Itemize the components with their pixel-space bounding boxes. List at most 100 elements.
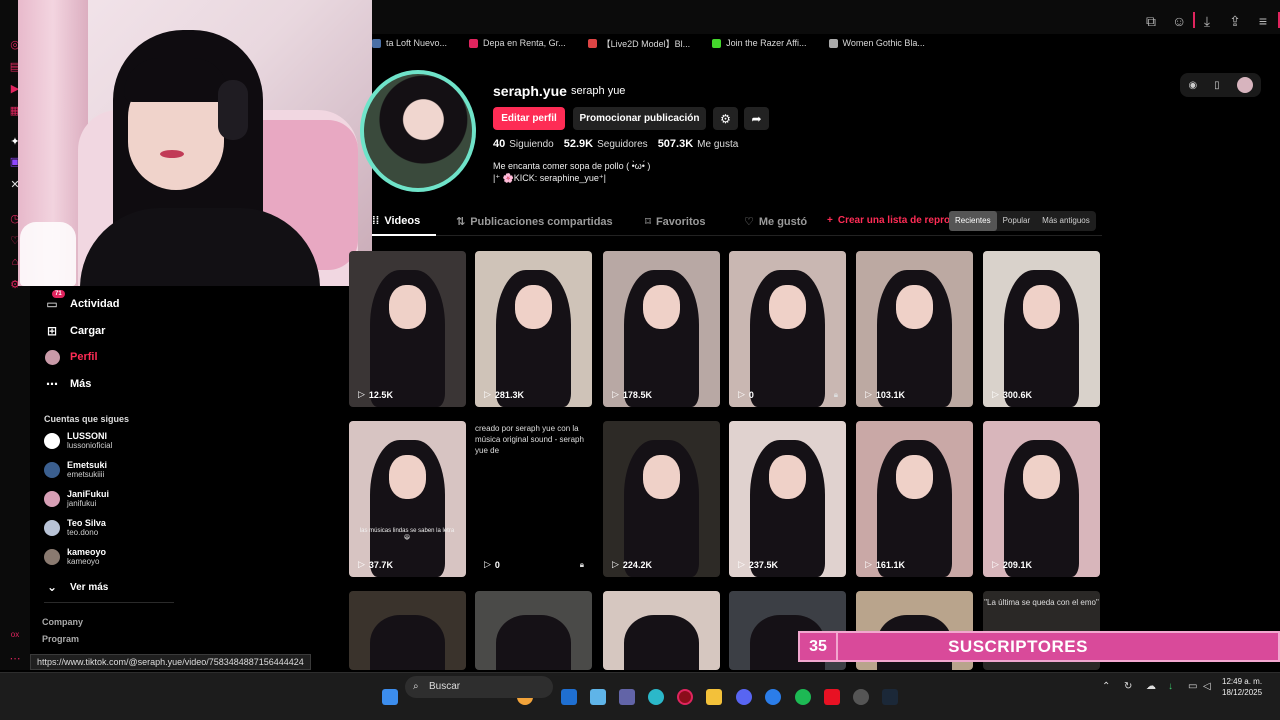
video-thumbnail[interactable] — [603, 591, 720, 670]
tab-favorites[interactable]: ⌑ Favoritos — [645, 215, 705, 229]
mic-icon[interactable]: ↓ — [1168, 681, 1173, 692]
profile-avatar-large[interactable] — [364, 74, 472, 188]
view-count: ▷ 0 — [484, 559, 500, 570]
following-item[interactable]: kameoyo kameoyo — [44, 547, 106, 567]
see-more-label: Ver más — [70, 581, 109, 593]
webcam-overlay — [18, 0, 372, 286]
video-thumbnail[interactable]: las músicas lindas se saben la letra 😆 ▷ 3… — [349, 421, 466, 577]
sort-recent[interactable]: Recientes — [949, 211, 997, 231]
account-icon[interactable]: ☺ — [1172, 14, 1186, 28]
view-count: ▷ 178.5K — [612, 389, 652, 400]
following-item[interactable]: JaniFukui janifukui — [44, 489, 109, 509]
start-icon[interactable] — [382, 689, 398, 705]
following-stat[interactable]: 40 Siguiendo — [493, 138, 554, 150]
compass-icon[interactable]: ◉ — [1188, 80, 1197, 91]
tab-reposts[interactable]: ⇅ Publicaciones compartidas — [456, 215, 613, 229]
menu-icon[interactable]: ≡ — [1256, 14, 1270, 28]
folder-icon[interactable] — [706, 689, 722, 705]
volume-icon[interactable]: ◁ — [1203, 681, 1211, 692]
profile-username: seraph.yue — [493, 83, 567, 99]
following-name: kameoyo — [67, 547, 107, 557]
share-arrow-icon[interactable]: ➦ — [744, 107, 769, 130]
tab-videos[interactable]: ⁞⁞ Videos — [372, 215, 420, 227]
play-icon: ▷ — [738, 389, 745, 399]
play-icon: ▷ — [484, 389, 491, 399]
play-icon: ▷ — [612, 559, 619, 569]
video-face — [895, 285, 934, 329]
bookmark-item[interactable]: 【Live2D Model】Bl... — [587, 37, 690, 50]
plus-square-icon: ⊞ — [46, 324, 58, 338]
cloud-icon[interactable]: ☁ — [1146, 681, 1156, 692]
sync-icon[interactable]: ↻ — [1124, 681, 1132, 692]
create-playlist-button[interactable]: + Crear una lista de reprod — [827, 215, 956, 226]
steam-icon[interactable] — [882, 689, 898, 705]
avatar — [44, 462, 60, 478]
video-thumbnail[interactable]: ▷ 161.1K — [856, 421, 973, 577]
footer-company[interactable]: Company — [42, 617, 83, 627]
download-icon[interactable]: ⤓ — [1200, 14, 1214, 28]
opera-icon[interactable] — [677, 689, 693, 705]
obs-icon[interactable] — [824, 689, 840, 705]
bookmark-item[interactable]: Join the Razer Affi... — [712, 38, 807, 48]
device-icon[interactable]: ▯ — [1214, 80, 1220, 91]
video-thumbnail[interactable]: ▷ 178.5K — [603, 251, 720, 407]
bookmark-item[interactable]: Women Gothic Bla... — [828, 38, 925, 48]
bookmark-favicon-icon — [469, 38, 479, 48]
nav-activity[interactable]: ▭ 71 Actividad — [44, 290, 120, 312]
profile-stats: 40 Siguiendo 52.9K Seguidores 507.3K Me gus… — [493, 138, 738, 150]
footer-program[interactable]: Program — [42, 634, 79, 644]
chevron-up-icon[interactable]: ⌃ — [1102, 681, 1110, 692]
nav-upload[interactable]: ⊞ Cargar — [44, 323, 106, 339]
following-item[interactable]: Teo Silva teo.dono — [44, 518, 106, 538]
view-count: ▷ 161.1K — [865, 559, 905, 570]
video-face — [388, 285, 427, 329]
bookmark-favicon-icon — [828, 38, 838, 48]
network-icon[interactable]: ▭ — [1188, 681, 1197, 692]
search-icon: ⌕ — [413, 681, 419, 692]
avatar — [44, 433, 60, 449]
video-thumbnail[interactable]: ▷ 103.1K — [856, 251, 973, 407]
edit-profile-button[interactable]: Editar perfil — [493, 107, 565, 130]
tab-liked[interactable]: ♡ Me gustó — [744, 215, 807, 229]
nav-upload-label: Cargar — [70, 325, 106, 337]
github-icon[interactable] — [853, 689, 869, 705]
following-item[interactable]: LUSSONI lussonioficial — [44, 431, 112, 451]
taskbar-clock[interactable]: 12:49 a. m. 18/12/2025 — [1222, 676, 1262, 698]
store-icon[interactable] — [561, 689, 577, 705]
video-thumbnail[interactable] — [475, 591, 592, 670]
taskbar-search[interactable]: ⌕ Buscar — [405, 676, 553, 698]
extensions-icon[interactable]: ⧉ — [1144, 14, 1158, 28]
promote-post-button[interactable]: Promocionar publicación — [573, 107, 706, 130]
avatar[interactable] — [1236, 77, 1253, 93]
settings-gear-icon[interactable]: ⚙ — [713, 107, 738, 130]
bookmark-item[interactable]: ta Loft Nuevo... — [372, 38, 447, 48]
more-icon[interactable]: ⋯ — [8, 652, 22, 666]
video-thumbnail[interactable]: ▷ 12.5K — [349, 251, 466, 407]
share-icon[interactable]: ⇪ — [1228, 14, 1242, 28]
sort-popular[interactable]: Popular — [997, 211, 1037, 231]
video-thumbnail[interactable]: ▷ 209.1K — [983, 421, 1100, 577]
teams-icon[interactable] — [619, 689, 635, 705]
play-icon: ▷ — [992, 559, 999, 569]
ox-icon[interactable]: ox — [8, 630, 22, 644]
discord-icon[interactable] — [736, 689, 752, 705]
edge-icon[interactable] — [648, 689, 664, 705]
video-person — [624, 614, 699, 670]
followers-stat[interactable]: 52.9K Seguidores — [564, 138, 648, 150]
video-thumbnail[interactable]: ▷ 224.2K — [603, 421, 720, 577]
video-thumbnail[interactable]: ▷ 237.5K — [729, 421, 846, 577]
sort-oldest[interactable]: Más antiguos — [1036, 211, 1096, 231]
spotify-icon[interactable] — [795, 689, 811, 705]
see-more-button[interactable]: ⌄ Ver más — [44, 579, 108, 595]
video-thumbnail[interactable]: ▷ 300.6K — [983, 251, 1100, 407]
video-thumbnail[interactable]: ▷ 281.3K — [475, 251, 592, 407]
copilot-icon[interactable] — [590, 689, 606, 705]
video-thumbnail[interactable]: creado por seraph yue con la música orig… — [475, 421, 592, 577]
video-thumbnail[interactable] — [349, 591, 466, 670]
bookmark-item[interactable]: Depa en Renta, Gr... — [469, 38, 566, 48]
nav-more[interactable]: ⋯ Más — [44, 376, 91, 392]
following-item[interactable]: Emetsuki emetsukiiii — [44, 460, 107, 480]
app-icon[interactable] — [765, 689, 781, 705]
nav-profile[interactable]: Perfil — [44, 349, 98, 365]
video-thumbnail[interactable]: ▷ 0 🔒︎ — [729, 251, 846, 407]
